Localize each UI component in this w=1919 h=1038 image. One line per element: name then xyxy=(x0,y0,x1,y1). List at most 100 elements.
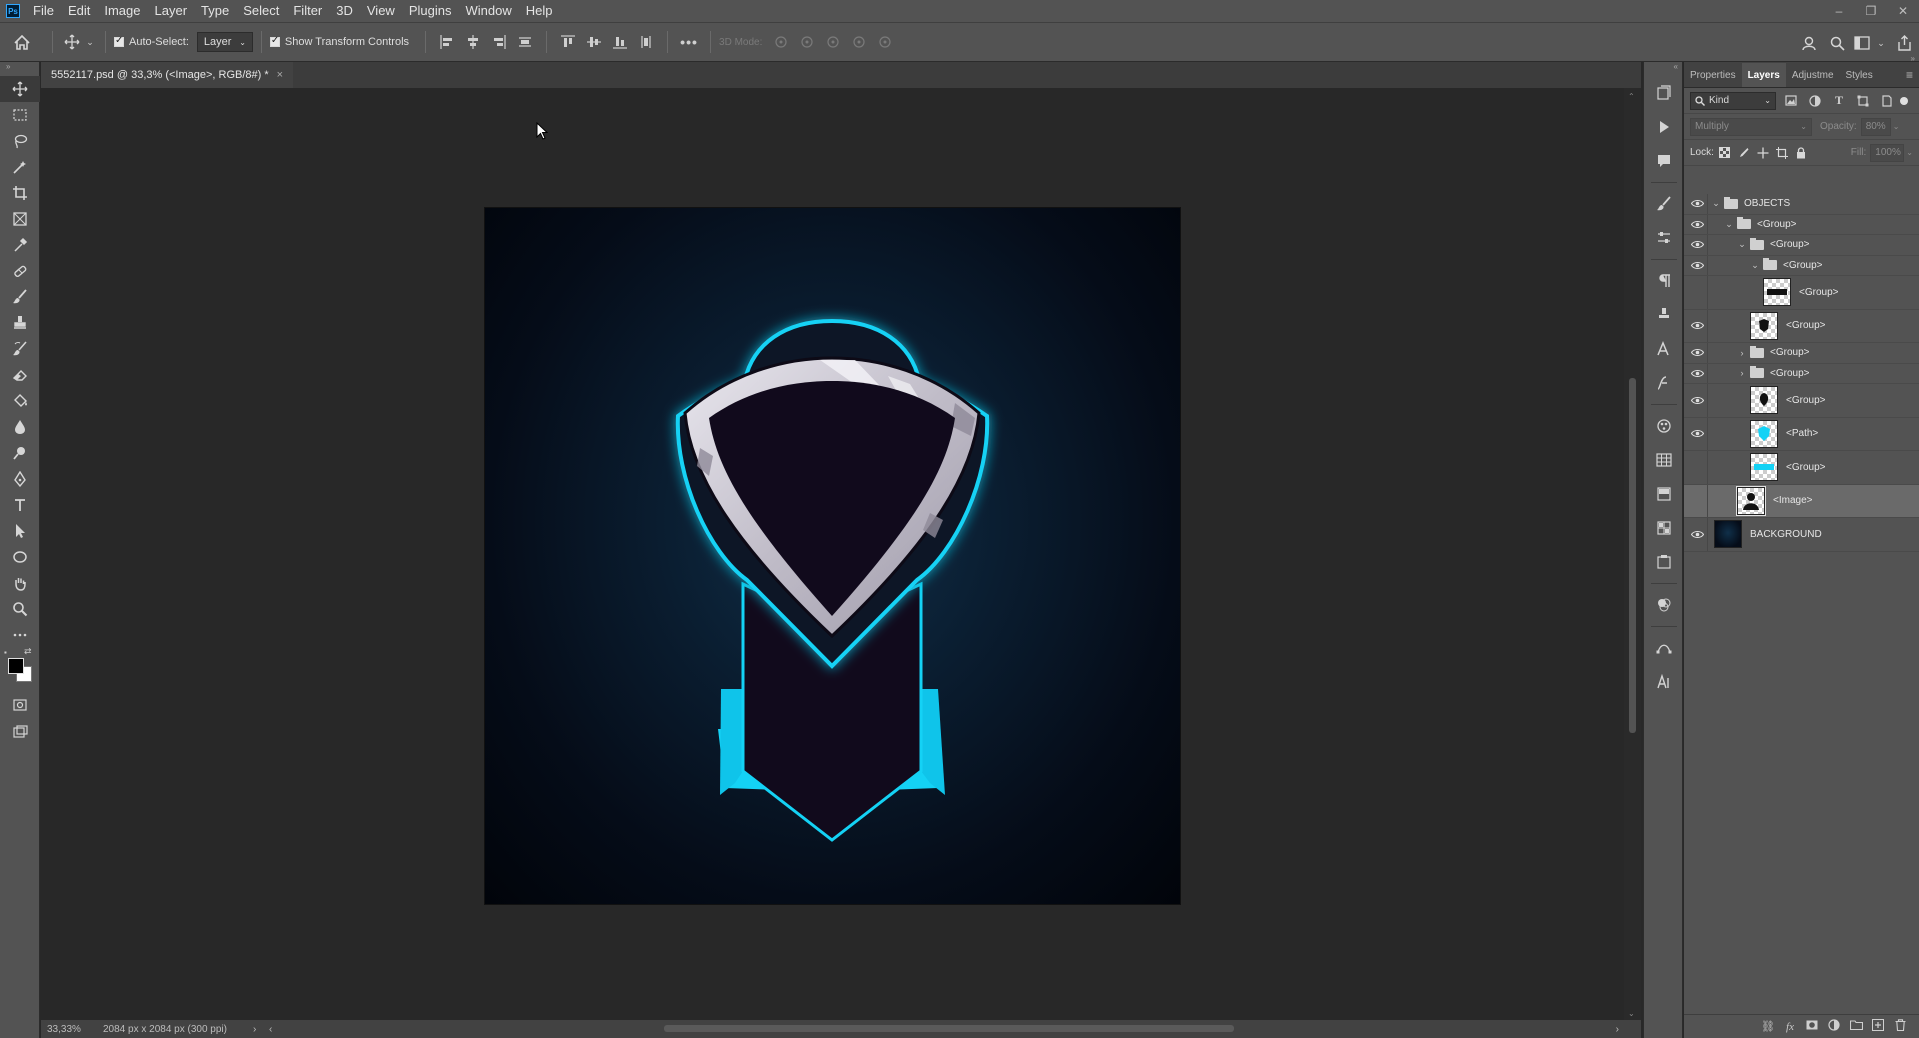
horizontal-scroll-thumb[interactable] xyxy=(664,1025,1234,1032)
character-panel-icon[interactable] xyxy=(1644,665,1684,699)
layer-style-fx-icon[interactable]: fx xyxy=(1779,1021,1801,1033)
opacity-slider-arrow-icon[interactable]: ⌄ xyxy=(1893,122,1900,131)
default-colors-icon[interactable]: ▪ xyxy=(4,648,7,657)
eye-icon[interactable] xyxy=(1690,494,1704,508)
menu-view[interactable]: View xyxy=(360,0,402,22)
menu-type[interactable]: Type xyxy=(194,0,236,22)
show-transform-controls-checkbox[interactable]: Show Transform Controls xyxy=(269,35,409,48)
document-canvas[interactable] xyxy=(485,208,1180,904)
minimize-button[interactable]: – xyxy=(1823,0,1855,22)
layer-group-row[interactable]: ⌄ <Group> xyxy=(1684,235,1919,256)
frame-tool-icon[interactable] xyxy=(0,206,40,232)
orbit-3d-camera-icon[interactable] xyxy=(772,33,790,51)
zoom-3d-camera-icon[interactable] xyxy=(876,33,894,51)
chevron-down-icon[interactable]: ⌄ xyxy=(1749,260,1761,271)
menu-help[interactable]: Help xyxy=(519,0,560,22)
blur-tool-icon[interactable] xyxy=(0,414,40,440)
paths-panel-icon[interactable] xyxy=(1644,631,1684,665)
filter-toggle-icon[interactable] xyxy=(1900,96,1908,105)
ellipse-tool-icon[interactable] xyxy=(0,544,40,570)
libraries-panel-icon[interactable] xyxy=(1644,545,1684,579)
distribute-vertical-icon[interactable] xyxy=(516,33,534,51)
visibility-cell[interactable] xyxy=(1684,214,1708,234)
healing-brush-tool-icon[interactable] xyxy=(0,258,40,284)
visibility-cell[interactable] xyxy=(1684,384,1708,417)
lock-image-pixels-icon[interactable] xyxy=(1736,145,1752,161)
tab-properties[interactable]: Properties xyxy=(1684,63,1742,87)
chevron-right-icon[interactable]: › xyxy=(1736,348,1748,358)
menu-layer[interactable]: Layer xyxy=(148,0,195,22)
eyedropper-tool-icon[interactable] xyxy=(0,232,40,258)
tool-presets-panel-icon[interactable] xyxy=(1644,221,1684,255)
home-icon[interactable] xyxy=(0,28,44,56)
filter-kind-dropdown[interactable]: Kind ⌄ xyxy=(1690,91,1776,110)
color-panel-icon[interactable] xyxy=(1644,409,1684,443)
layer-row[interactable]: <Image> xyxy=(1684,484,1919,518)
crop-tool-icon[interactable] xyxy=(0,180,40,206)
history-panel-icon[interactable] xyxy=(1644,76,1684,110)
gradients-panel-icon[interactable] xyxy=(1644,477,1684,511)
fill-field[interactable]: 100% xyxy=(1870,143,1905,162)
eraser-tool-icon[interactable] xyxy=(0,362,40,388)
status-menu-arrow-icon[interactable]: › xyxy=(253,1024,269,1035)
rectangular-marquee-tool-icon[interactable] xyxy=(0,102,40,128)
auto-select-checkbox[interactable]: Auto-Select: xyxy=(114,35,189,48)
align-vertical-centers-icon[interactable] xyxy=(585,33,603,51)
menu-select[interactable]: Select xyxy=(236,0,286,22)
menu-3d[interactable]: 3D xyxy=(329,0,360,22)
scroll-right-icon[interactable]: › xyxy=(1616,1024,1619,1035)
path-selection-tool-icon[interactable] xyxy=(0,518,40,544)
chevron-down-icon[interactable]: ⌄ xyxy=(1710,198,1722,209)
workspace-dropdown-icon[interactable]: ⌄ xyxy=(1873,29,1889,57)
visibility-cell[interactable] xyxy=(1684,518,1708,551)
menu-filter[interactable]: Filter xyxy=(286,0,329,22)
filter-adjustment-layers-icon[interactable] xyxy=(1806,92,1824,110)
visibility-cell[interactable] xyxy=(1684,194,1708,214)
type-tool-icon[interactable] xyxy=(0,492,40,518)
lock-position-icon[interactable] xyxy=(1755,145,1771,161)
search-icon[interactable] xyxy=(1823,29,1851,57)
more-options-button[interactable]: ••• xyxy=(676,28,702,56)
layer-row[interactable]: BACKGROUND xyxy=(1684,518,1919,552)
swatches-panel-icon[interactable] xyxy=(1644,443,1684,477)
layer-row[interactable]: <Group> xyxy=(1684,309,1919,343)
restore-button[interactable]: ❐ xyxy=(1855,0,1887,22)
visibility-cell[interactable] xyxy=(1684,343,1708,363)
align-right-edges-icon[interactable] xyxy=(490,33,508,51)
layer-group-row[interactable]: › <Group> xyxy=(1684,363,1919,384)
filter-type-layers-icon[interactable]: T xyxy=(1830,92,1848,110)
comments-panel-icon[interactable] xyxy=(1644,144,1684,178)
close-document-icon[interactable]: × xyxy=(277,69,283,81)
actions-panel-icon[interactable] xyxy=(1644,110,1684,144)
eye-icon[interactable] xyxy=(1690,527,1704,541)
eye-icon[interactable] xyxy=(1690,460,1704,474)
visibility-cell[interactable] xyxy=(1684,309,1708,342)
visibility-cell[interactable] xyxy=(1684,417,1708,450)
paragraph-panel-icon[interactable] xyxy=(1644,264,1684,298)
foreground-color-swatch[interactable] xyxy=(8,658,24,674)
share-export-icon[interactable] xyxy=(1889,29,1919,57)
lock-all-icon[interactable] xyxy=(1793,145,1809,161)
distribute-horizontal-icon[interactable] xyxy=(637,33,655,51)
align-bottom-edges-icon[interactable] xyxy=(611,33,629,51)
layer-group-row[interactable]: ⌄ <Group> xyxy=(1684,255,1919,276)
object-selection-tool-icon[interactable] xyxy=(0,154,40,180)
brush-tool-icon[interactable] xyxy=(0,284,40,310)
eye-icon[interactable] xyxy=(1690,258,1704,272)
tab-adjustme[interactable]: Adjustme xyxy=(1786,63,1840,87)
scroll-down-icon[interactable]: ⌄ xyxy=(1628,1009,1635,1018)
opacity-field[interactable]: 80% xyxy=(1860,117,1891,136)
menu-edit[interactable]: Edit xyxy=(61,0,97,22)
lock-artboard-icon[interactable] xyxy=(1774,145,1790,161)
dodge-tool-icon[interactable] xyxy=(0,440,40,466)
eye-icon[interactable] xyxy=(1690,238,1704,252)
blend-mode-dropdown[interactable]: Multiply ⌄ xyxy=(1690,117,1812,136)
quick-mask-icon[interactable] xyxy=(0,692,40,718)
delete-layer-icon[interactable] xyxy=(1889,1019,1911,1034)
lock-transparent-pixels-icon[interactable] xyxy=(1717,145,1733,161)
collapse-dock-icon[interactable]: « xyxy=(1644,62,1682,76)
fill-slider-arrow-icon[interactable]: ⌄ xyxy=(1906,148,1913,157)
visibility-cell[interactable] xyxy=(1684,451,1708,484)
roll-3d-camera-icon[interactable] xyxy=(798,33,816,51)
filter-pixel-layers-icon[interactable] xyxy=(1782,92,1800,110)
